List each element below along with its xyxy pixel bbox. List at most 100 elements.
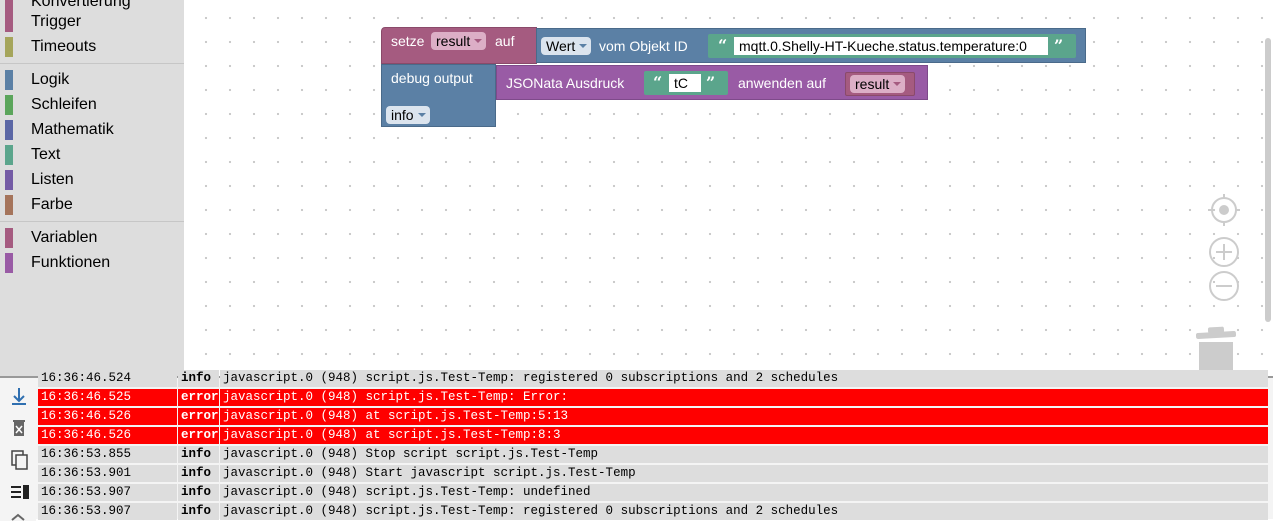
variable-name: result bbox=[855, 76, 890, 92]
delete-icon[interactable] bbox=[10, 418, 30, 438]
quote-close-icon: ” bbox=[1054, 36, 1064, 55]
log-panel: 16:36:46.524 info javascript.0 (948) scr… bbox=[0, 370, 1273, 521]
chevron-down-icon bbox=[579, 44, 588, 48]
log-time: 16:36:53.855 bbox=[38, 446, 177, 463]
variable-dropdown[interactable]: result bbox=[431, 32, 487, 50]
category-color bbox=[5, 170, 13, 190]
debug-output-block[interactable]: debug output info bbox=[381, 64, 496, 127]
category-label: Listen bbox=[31, 171, 74, 188]
log-severity: info bbox=[178, 484, 219, 501]
log-severity: info bbox=[178, 465, 219, 482]
chevron-down-icon bbox=[417, 113, 426, 117]
category-color bbox=[5, 228, 13, 248]
toolbox-separator bbox=[0, 63, 184, 64]
log-row-error: 16:36:46.526 error javascript.0 (948) at… bbox=[38, 427, 1270, 444]
log-time: 16:36:53.907 bbox=[38, 503, 177, 520]
log-time: 16:36:46.525 bbox=[38, 389, 177, 406]
quote-open-icon: “ bbox=[653, 73, 663, 92]
log-severity: info bbox=[178, 370, 219, 387]
log-message: javascript.0 (948) script.js.Test-Temp: … bbox=[220, 503, 1268, 520]
log-severity: error bbox=[178, 408, 219, 425]
recenter-icon[interactable] bbox=[1208, 194, 1240, 226]
log-level-dropdown[interactable]: info bbox=[386, 106, 430, 124]
get-value-block[interactable]: Wert vom Objekt ID “ mqtt.0.Shelly-HT-Ku… bbox=[536, 28, 1086, 63]
log-severity: error bbox=[178, 389, 219, 406]
object-id-label: vom Objekt ID bbox=[599, 38, 688, 54]
category-color bbox=[5, 12, 13, 32]
log-severity: info bbox=[178, 503, 219, 520]
log-table: 16:36:46.524 info javascript.0 (948) scr… bbox=[38, 370, 1270, 522]
log-row: 16:36:53.855 info javascript.0 (948) Sto… bbox=[38, 446, 1270, 463]
debug-output-label: debug output bbox=[391, 70, 473, 86]
copy-icon[interactable] bbox=[10, 450, 30, 470]
category-label: Farbe bbox=[31, 196, 73, 213]
log-toolbar bbox=[0, 378, 36, 521]
object-id-text-block[interactable]: “ mqtt.0.Shelly-HT-Kueche.status.tempera… bbox=[708, 34, 1076, 58]
category-logik[interactable]: Logik bbox=[5, 69, 183, 91]
category-trigger[interactable]: Trigger bbox=[5, 11, 183, 33]
zoom-out-icon[interactable] bbox=[1209, 271, 1239, 301]
category-label: Funktionen bbox=[31, 254, 111, 271]
attribute-name: Wert bbox=[546, 38, 576, 54]
to-label: auf bbox=[495, 33, 515, 49]
expression-field[interactable]: tC bbox=[669, 74, 701, 92]
set-label: setze bbox=[391, 33, 425, 49]
zoom-in-icon[interactable] bbox=[1209, 237, 1239, 267]
category-listen[interactable]: Listen bbox=[5, 169, 183, 191]
category-text[interactable]: Text bbox=[5, 144, 183, 166]
jsonata-block[interactable]: JSONata Ausdruck “ tC ” anwenden auf res… bbox=[496, 65, 928, 100]
log-row: 16:36:46.524 info javascript.0 (948) scr… bbox=[38, 370, 1270, 387]
category-variablen[interactable]: Variablen bbox=[5, 227, 183, 249]
category-color bbox=[5, 95, 13, 115]
apply-on-label: anwenden auf bbox=[738, 75, 826, 91]
log-time: 16:36:46.526 bbox=[38, 427, 177, 444]
log-row-error: 16:36:46.526 error javascript.0 (948) at… bbox=[38, 408, 1270, 425]
log-time: 16:36:53.907 bbox=[38, 484, 177, 501]
category-color bbox=[5, 253, 13, 273]
variable-getter-block[interactable]: result bbox=[845, 72, 915, 96]
category-funktionen[interactable]: Funktionen bbox=[5, 252, 183, 274]
quote-open-icon: “ bbox=[718, 36, 728, 55]
category-timeouts[interactable]: Timeouts bbox=[5, 36, 183, 58]
log-message: javascript.0 (948) Start javascript scri… bbox=[220, 465, 1268, 482]
trash-icon[interactable] bbox=[1194, 326, 1238, 376]
category-label: Schleifen bbox=[31, 96, 97, 113]
category-color bbox=[5, 37, 13, 57]
expression-text-block[interactable]: “ tC ” bbox=[644, 71, 728, 95]
variable-dropdown[interactable]: result bbox=[850, 75, 906, 93]
set-variable-block[interactable]: setze result auf bbox=[381, 27, 537, 64]
attribute-dropdown[interactable]: Wert bbox=[541, 37, 592, 55]
category-label: Logik bbox=[31, 71, 70, 88]
category-mathematik[interactable]: Mathematik bbox=[5, 119, 183, 141]
log-message: javascript.0 (948) script.js.Test-Temp: … bbox=[220, 484, 1268, 501]
log-message: javascript.0 (948) Stop script script.js… bbox=[220, 446, 1268, 463]
workspace-scrollbar[interactable] bbox=[1265, 38, 1271, 322]
scroll-down-icon[interactable] bbox=[10, 386, 30, 406]
toolbox-separator bbox=[0, 221, 184, 222]
log-time: 16:36:46.524 bbox=[38, 370, 177, 387]
log-row: 16:36:53.907 info javascript.0 (948) scr… bbox=[38, 484, 1270, 501]
category-label: Variablen bbox=[31, 229, 98, 246]
object-id-field[interactable]: mqtt.0.Shelly-HT-Kueche.status.temperatu… bbox=[734, 37, 1048, 55]
log-row: 16:36:53.901 info javascript.0 (948) Sta… bbox=[38, 465, 1270, 482]
log-row-error: 16:36:46.525 error javascript.0 (948) sc… bbox=[38, 389, 1270, 406]
log-row: 16:36:53.907 info javascript.0 (948) scr… bbox=[38, 503, 1270, 520]
category-schleifen[interactable]: Schleifen bbox=[5, 94, 183, 116]
category-color bbox=[5, 195, 13, 215]
category-label: Text bbox=[31, 146, 61, 163]
category-label: Konvertierung bbox=[31, 0, 131, 10]
more-icon[interactable] bbox=[10, 510, 30, 530]
log-message: javascript.0 (948) script.js.Test-Temp: … bbox=[220, 370, 1268, 387]
log-message: javascript.0 (948) at script.js.Test-Tem… bbox=[220, 427, 1268, 444]
category-label: Mathematik bbox=[31, 121, 114, 138]
log-severity: error bbox=[178, 427, 219, 444]
log-severity: info bbox=[178, 446, 219, 463]
category-color bbox=[5, 145, 13, 165]
quote-close-icon: ” bbox=[706, 73, 716, 92]
log-level-value: info bbox=[391, 107, 414, 123]
category-farbe[interactable]: Farbe bbox=[5, 194, 183, 216]
log-message: javascript.0 (948) at script.js.Test-Tem… bbox=[220, 408, 1268, 425]
list-icon[interactable] bbox=[10, 482, 30, 502]
blockly-toolbox: Konvertierung Trigger Timeouts Logik Sch… bbox=[0, 0, 184, 376]
category-label: Trigger bbox=[31, 13, 82, 30]
